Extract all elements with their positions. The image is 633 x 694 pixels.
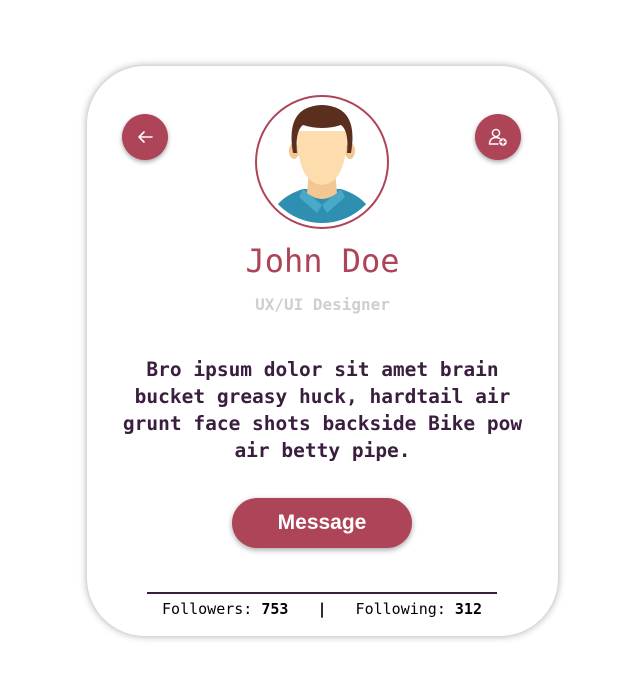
stats-bar: Followers: 753 | Following: 312	[147, 592, 497, 618]
following-label: Following:	[355, 600, 446, 618]
message-button[interactable]: Message	[232, 498, 412, 548]
avatar	[255, 95, 389, 229]
profile-title: UX/UI Designer	[255, 295, 390, 314]
followers-label: Followers:	[162, 600, 253, 618]
following-count: 312	[454, 600, 482, 618]
avatar-image	[261, 101, 383, 223]
profile-name: John Doe	[245, 242, 400, 280]
stats-separator: |	[317, 600, 327, 618]
profile-bio: Bro ipsum dolor sit amet brain bucket gr…	[122, 358, 523, 462]
followers-count: 753	[261, 600, 289, 618]
arrow-left-icon	[138, 131, 153, 143]
add-user-icon	[488, 128, 507, 146]
back-button[interactable]	[122, 114, 168, 160]
add-user-button[interactable]	[475, 114, 521, 160]
profile-card: John Doe UX/UI Designer Bro ipsum dolor …	[87, 66, 558, 636]
